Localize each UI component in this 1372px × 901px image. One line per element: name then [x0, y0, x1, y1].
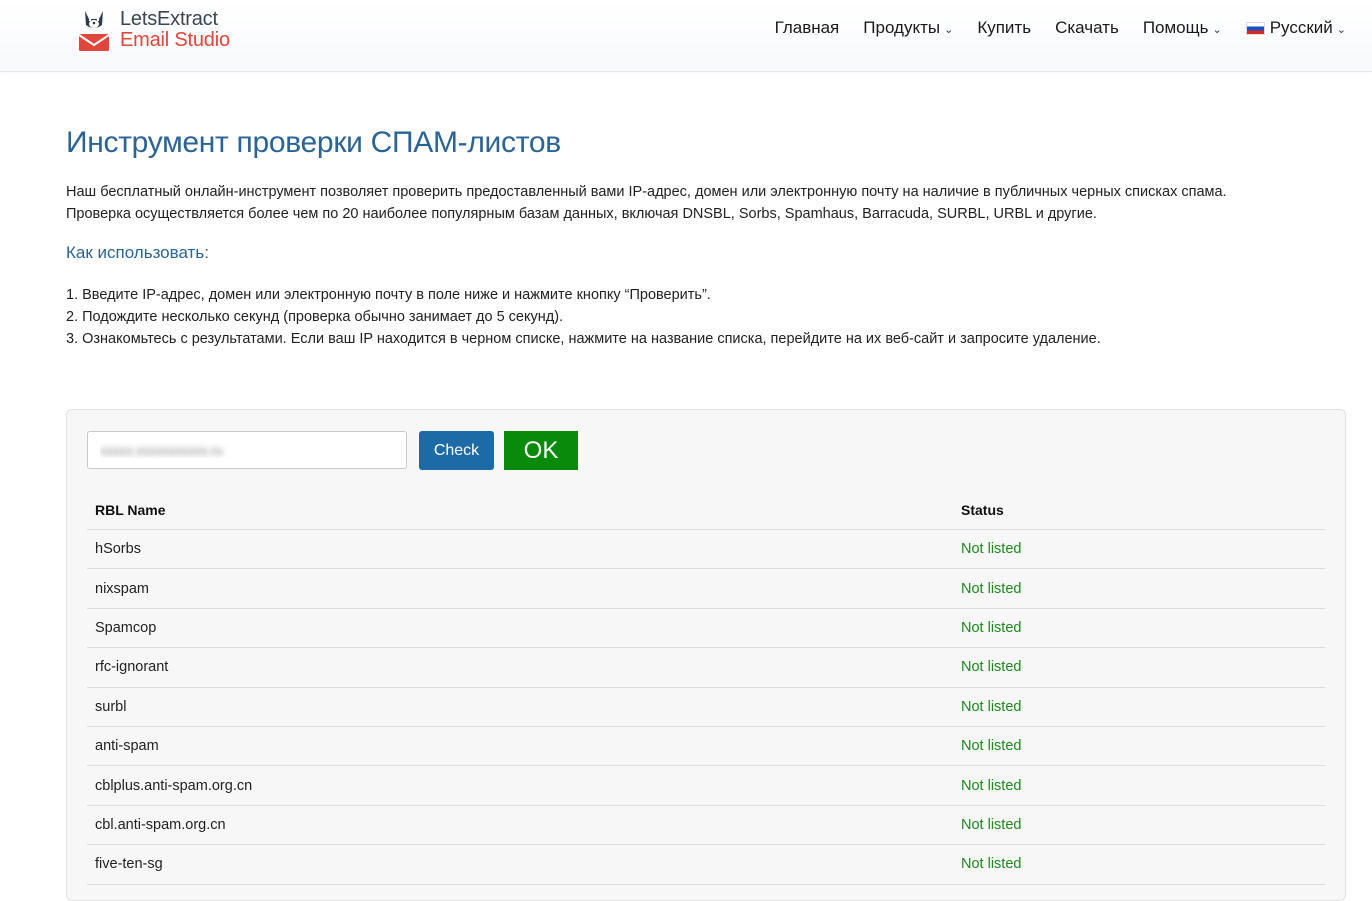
logo-line-2: Email Studio [120, 29, 230, 51]
column-header-status: Status [953, 490, 1325, 530]
table-row: Spamcop Not listed [87, 608, 1325, 649]
logo-dog-envelope-icon [78, 7, 110, 53]
nav-home-label: Главная [774, 18, 840, 37]
rbl-name[interactable]: surbl [87, 687, 953, 727]
nav-products-label: Продукты [863, 18, 941, 37]
rbl-status: Not listed [953, 687, 1325, 727]
rbl-check-panel: Check OK RBL Name Status hSorbs Not list… [66, 409, 1346, 901]
rbl-status: Not listed [953, 529, 1325, 570]
nav-buy-label: Купить [977, 18, 1032, 37]
rbl-name[interactable]: five-ten-sg [87, 844, 953, 885]
chevron-down-icon: ⌄ [1212, 23, 1222, 36]
chevron-down-icon: ⌄ [944, 23, 954, 36]
check-button[interactable]: Check [419, 431, 494, 470]
table-row: nixspam Not listed [87, 568, 1325, 609]
rbl-status: Not listed [953, 647, 1325, 688]
table-row: cbl.anti-spam.org.cn Not listed [87, 805, 1325, 846]
rbl-name[interactable]: hSorbs [87, 529, 953, 570]
rbl-status: Not listed [953, 568, 1325, 609]
rbl-name[interactable]: rfc-ignorant [87, 647, 953, 688]
nav-help[interactable]: Помощь ⌄ [1143, 18, 1222, 38]
rbl-name[interactable]: Spamcop [87, 608, 953, 649]
logo-line-1: LetsExtract [120, 8, 218, 30]
rbl-status: Not listed [953, 726, 1325, 767]
rbl-status: Not listed [953, 608, 1325, 649]
site-header: LetsExtract Email Studio Главная Продукт… [0, 0, 1372, 72]
column-header-rbl-name: RBL Name [87, 490, 953, 530]
language-label: Русский [1269, 18, 1333, 37]
step-2: 2. Подождите несколько секунд (проверка … [66, 309, 564, 325]
intro-text: Наш бесплатный онлайн-инструмент позволя… [66, 181, 1326, 225]
rbl-status: Not listed [953, 844, 1325, 885]
rbl-status: Not listed [953, 765, 1325, 806]
table-row: surbl Not listed [87, 687, 1325, 727]
table-header-row: RBL Name Status [87, 490, 1325, 530]
table-row: five-ten-sg Not listed [87, 844, 1325, 885]
steps-list: 1. Введите IP-адрес, домен или электронн… [66, 284, 1101, 350]
nav-buy[interactable]: Купить [977, 18, 1031, 38]
intro-line-1: Наш бесплатный онлайн-инструмент позволя… [66, 184, 1227, 200]
table-row: rfc-ignorant Not listed [87, 647, 1325, 688]
rbl-name[interactable]: anti-spam [87, 726, 953, 767]
rbl-name[interactable]: cbl.anti-spam.org.cn [87, 805, 953, 846]
rbl-status: Not listed [953, 805, 1325, 846]
how-to-use-heading: Как использовать: [66, 243, 209, 262]
nav-home[interactable]: Главная [775, 18, 840, 38]
nav-download-label: Скачать [1055, 18, 1119, 37]
nav-help-label: Помощь [1142, 18, 1209, 37]
language-selector[interactable]: Русский ⌄ [1245, 18, 1346, 38]
logo[interactable]: LetsExtract Email Studio [78, 6, 230, 54]
table-row: hSorbs Not listed [87, 529, 1325, 570]
table-row: anti-spam Not listed [87, 726, 1325, 767]
ip-domain-input[interactable] [87, 431, 407, 469]
ru-flag-icon [1245, 21, 1265, 35]
nav-download[interactable]: Скачать [1055, 18, 1119, 38]
table-row: cblplus.anti-spam.org.cn Not listed [87, 765, 1325, 806]
chevron-down-icon: ⌄ [1336, 23, 1346, 36]
rbl-name[interactable]: cblplus.anti-spam.org.cn [87, 765, 953, 806]
step-3: 3. Ознакомьтесь с результатами. Если ваш… [66, 331, 1101, 347]
page-title: Инструмент проверки СПАМ-листов [66, 126, 561, 159]
step-1: 1. Введите IP-адрес, домен или электронн… [66, 287, 711, 303]
nav-products[interactable]: Продукты ⌄ [863, 18, 953, 38]
intro-line-2: Проверка осуществляется более чем по 20 … [66, 206, 1097, 222]
main-nav: Главная Продукты ⌄ Купить Скачать Помощь… [751, 18, 1346, 38]
rbl-results-table: RBL Name Status hSorbs Not listed nixspa… [87, 490, 1325, 885]
rbl-name[interactable]: nixspam [87, 568, 953, 609]
result-ok-badge: OK [504, 431, 578, 470]
